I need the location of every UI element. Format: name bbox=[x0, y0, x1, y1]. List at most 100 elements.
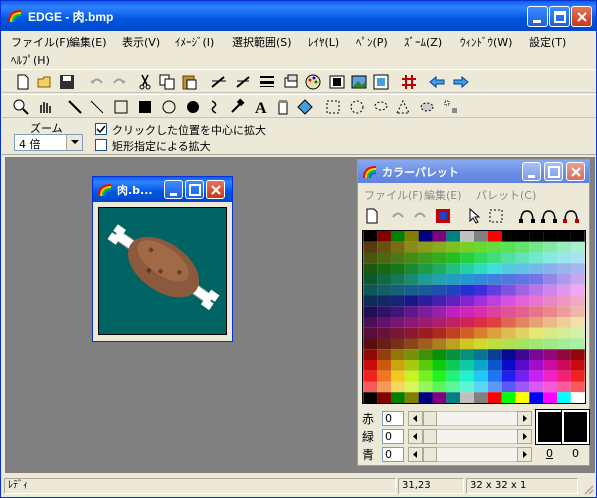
menu-item-0[interactable]: ファイル(F) bbox=[11, 34, 70, 50]
palette-swatch[interactable] bbox=[377, 338, 391, 350]
palette-swatch[interactable] bbox=[418, 317, 433, 328]
palette-swatch[interactable] bbox=[501, 263, 516, 274]
palette-swatch[interactable] bbox=[377, 231, 391, 242]
background-color-swatch[interactable] bbox=[561, 409, 590, 445]
new-file-icon[interactable] bbox=[14, 73, 32, 91]
menu-item-5[interactable]: ﾚｲﾔ(L) bbox=[308, 34, 339, 50]
palette-swatch[interactable] bbox=[487, 263, 502, 274]
palette-swatch[interactable] bbox=[432, 370, 447, 382]
palette-swatch[interactable] bbox=[460, 370, 474, 382]
palette-swatch[interactable] bbox=[377, 349, 391, 360]
palette-swatch[interactable] bbox=[418, 370, 433, 382]
palette-swatch[interactable] bbox=[474, 306, 488, 317]
palette-swatch[interactable] bbox=[446, 263, 461, 274]
palette-swatch[interactable] bbox=[474, 317, 488, 328]
palette-swatch[interactable] bbox=[529, 370, 544, 382]
maximize-button[interactable] bbox=[549, 6, 570, 27]
palette-swatch[interactable] bbox=[432, 263, 447, 274]
palette-swatch[interactable] bbox=[515, 252, 530, 264]
palette-swatch[interactable] bbox=[543, 306, 558, 317]
scroll-right-button[interactable] bbox=[517, 447, 532, 462]
palette-swatch[interactable] bbox=[570, 392, 585, 403]
palette-swatch[interactable] bbox=[404, 295, 419, 307]
palette-swatch[interactable] bbox=[529, 317, 544, 328]
menu-item-2[interactable]: 表示(V) bbox=[122, 34, 160, 50]
palette-swatch[interactable] bbox=[529, 284, 544, 296]
palette-swatch[interactable] bbox=[529, 338, 544, 350]
palette-swatch[interactable] bbox=[543, 392, 558, 403]
palette-swatch[interactable] bbox=[404, 306, 419, 317]
palette-swatch[interactable] bbox=[390, 274, 405, 285]
eraser-icon[interactable] bbox=[274, 98, 292, 116]
palette-swatch[interactable] bbox=[404, 349, 419, 360]
palette-swatch[interactable] bbox=[543, 370, 558, 382]
palette-swatch[interactable] bbox=[570, 349, 585, 360]
palette-swatch[interactable] bbox=[487, 360, 502, 371]
redo-icon[interactable] bbox=[110, 73, 128, 91]
palette-swatch[interactable] bbox=[460, 392, 474, 403]
palette-swatch[interactable] bbox=[474, 349, 488, 360]
scroll-left-button[interactable] bbox=[408, 447, 423, 462]
palette-swatch[interactable] bbox=[377, 381, 391, 393]
palette-swatch[interactable] bbox=[543, 231, 558, 242]
palette-swatch[interactable] bbox=[557, 381, 571, 393]
slider-thumb[interactable] bbox=[423, 447, 437, 462]
palette-swatch[interactable] bbox=[529, 263, 544, 274]
menu-item-4[interactable]: 選択範囲(S) bbox=[232, 34, 292, 50]
undo-icon[interactable] bbox=[390, 207, 406, 225]
palette-swatch[interactable] bbox=[501, 381, 516, 393]
palette-swatch[interactable] bbox=[515, 349, 530, 360]
palette-swatch[interactable] bbox=[501, 231, 516, 242]
palette-minimize-button[interactable] bbox=[522, 162, 541, 181]
palette-swatch[interactable] bbox=[446, 349, 461, 360]
palette-swatch[interactable] bbox=[501, 252, 516, 264]
palette-swatch[interactable] bbox=[432, 338, 447, 350]
palette-swatch[interactable] bbox=[446, 241, 461, 253]
palette-swatch[interactable] bbox=[557, 338, 571, 350]
palette-swatch[interactable] bbox=[446, 295, 461, 307]
palette-swatch[interactable] bbox=[570, 284, 585, 296]
palette-swatch[interactable] bbox=[460, 327, 474, 339]
palette-swatch[interactable] bbox=[474, 338, 488, 350]
palette-swatch[interactable] bbox=[487, 241, 502, 253]
dot-select-icon[interactable] bbox=[442, 98, 460, 116]
image-maximize-button[interactable] bbox=[185, 180, 204, 199]
palette-swatch[interactable] bbox=[377, 263, 391, 274]
palette-swatch[interactable] bbox=[404, 284, 419, 296]
palette-swatch[interactable] bbox=[501, 360, 516, 371]
rectangle-icon[interactable] bbox=[112, 98, 130, 116]
palette-swatch[interactable] bbox=[446, 252, 461, 264]
undo-icon[interactable] bbox=[88, 73, 106, 91]
range-select-icon[interactable] bbox=[488, 207, 504, 225]
palette-swatch[interactable] bbox=[418, 241, 433, 253]
palette-menu-edit[interactable]: 編集(E) bbox=[424, 187, 462, 203]
palette-swatch[interactable] bbox=[543, 349, 558, 360]
scroll-right-button[interactable] bbox=[517, 429, 532, 444]
menu-item-1[interactable]: 編集(E) bbox=[69, 34, 107, 50]
palette-swatch[interactable] bbox=[570, 241, 585, 253]
palette-swatch[interactable] bbox=[363, 338, 378, 350]
palette-swatch[interactable] bbox=[404, 317, 419, 328]
line-icon[interactable] bbox=[88, 98, 106, 116]
palette-swatch[interactable] bbox=[487, 327, 502, 339]
palette-swatch[interactable] bbox=[363, 381, 378, 393]
layer-icon[interactable] bbox=[282, 73, 300, 91]
image-close-button[interactable] bbox=[206, 180, 225, 199]
palette-swatch[interactable] bbox=[446, 306, 461, 317]
palette-swatch[interactable] bbox=[570, 338, 585, 350]
palette-swatch[interactable] bbox=[432, 381, 447, 393]
palette-swatch[interactable] bbox=[377, 241, 391, 253]
slider-thumb[interactable] bbox=[423, 429, 437, 444]
palette-swatch[interactable] bbox=[404, 274, 419, 285]
palette-swatch[interactable] bbox=[487, 284, 502, 296]
palette-swatch[interactable] bbox=[446, 360, 461, 371]
rect-select-icon[interactable] bbox=[324, 98, 342, 116]
palette-swatch[interactable] bbox=[363, 360, 378, 371]
palette-swatch[interactable] bbox=[501, 317, 516, 328]
palette-swatch[interactable] bbox=[377, 306, 391, 317]
minimize-button[interactable] bbox=[527, 6, 548, 27]
palette-swatch[interactable] bbox=[529, 306, 544, 317]
color-palette-window[interactable]: カラーパレット ファイル(F) 編集(E) パレット(C) 赤 0 緑 0 青 … bbox=[357, 159, 590, 466]
new-file-icon[interactable] bbox=[364, 207, 380, 225]
checkbox-center-zoom[interactable] bbox=[95, 123, 107, 135]
